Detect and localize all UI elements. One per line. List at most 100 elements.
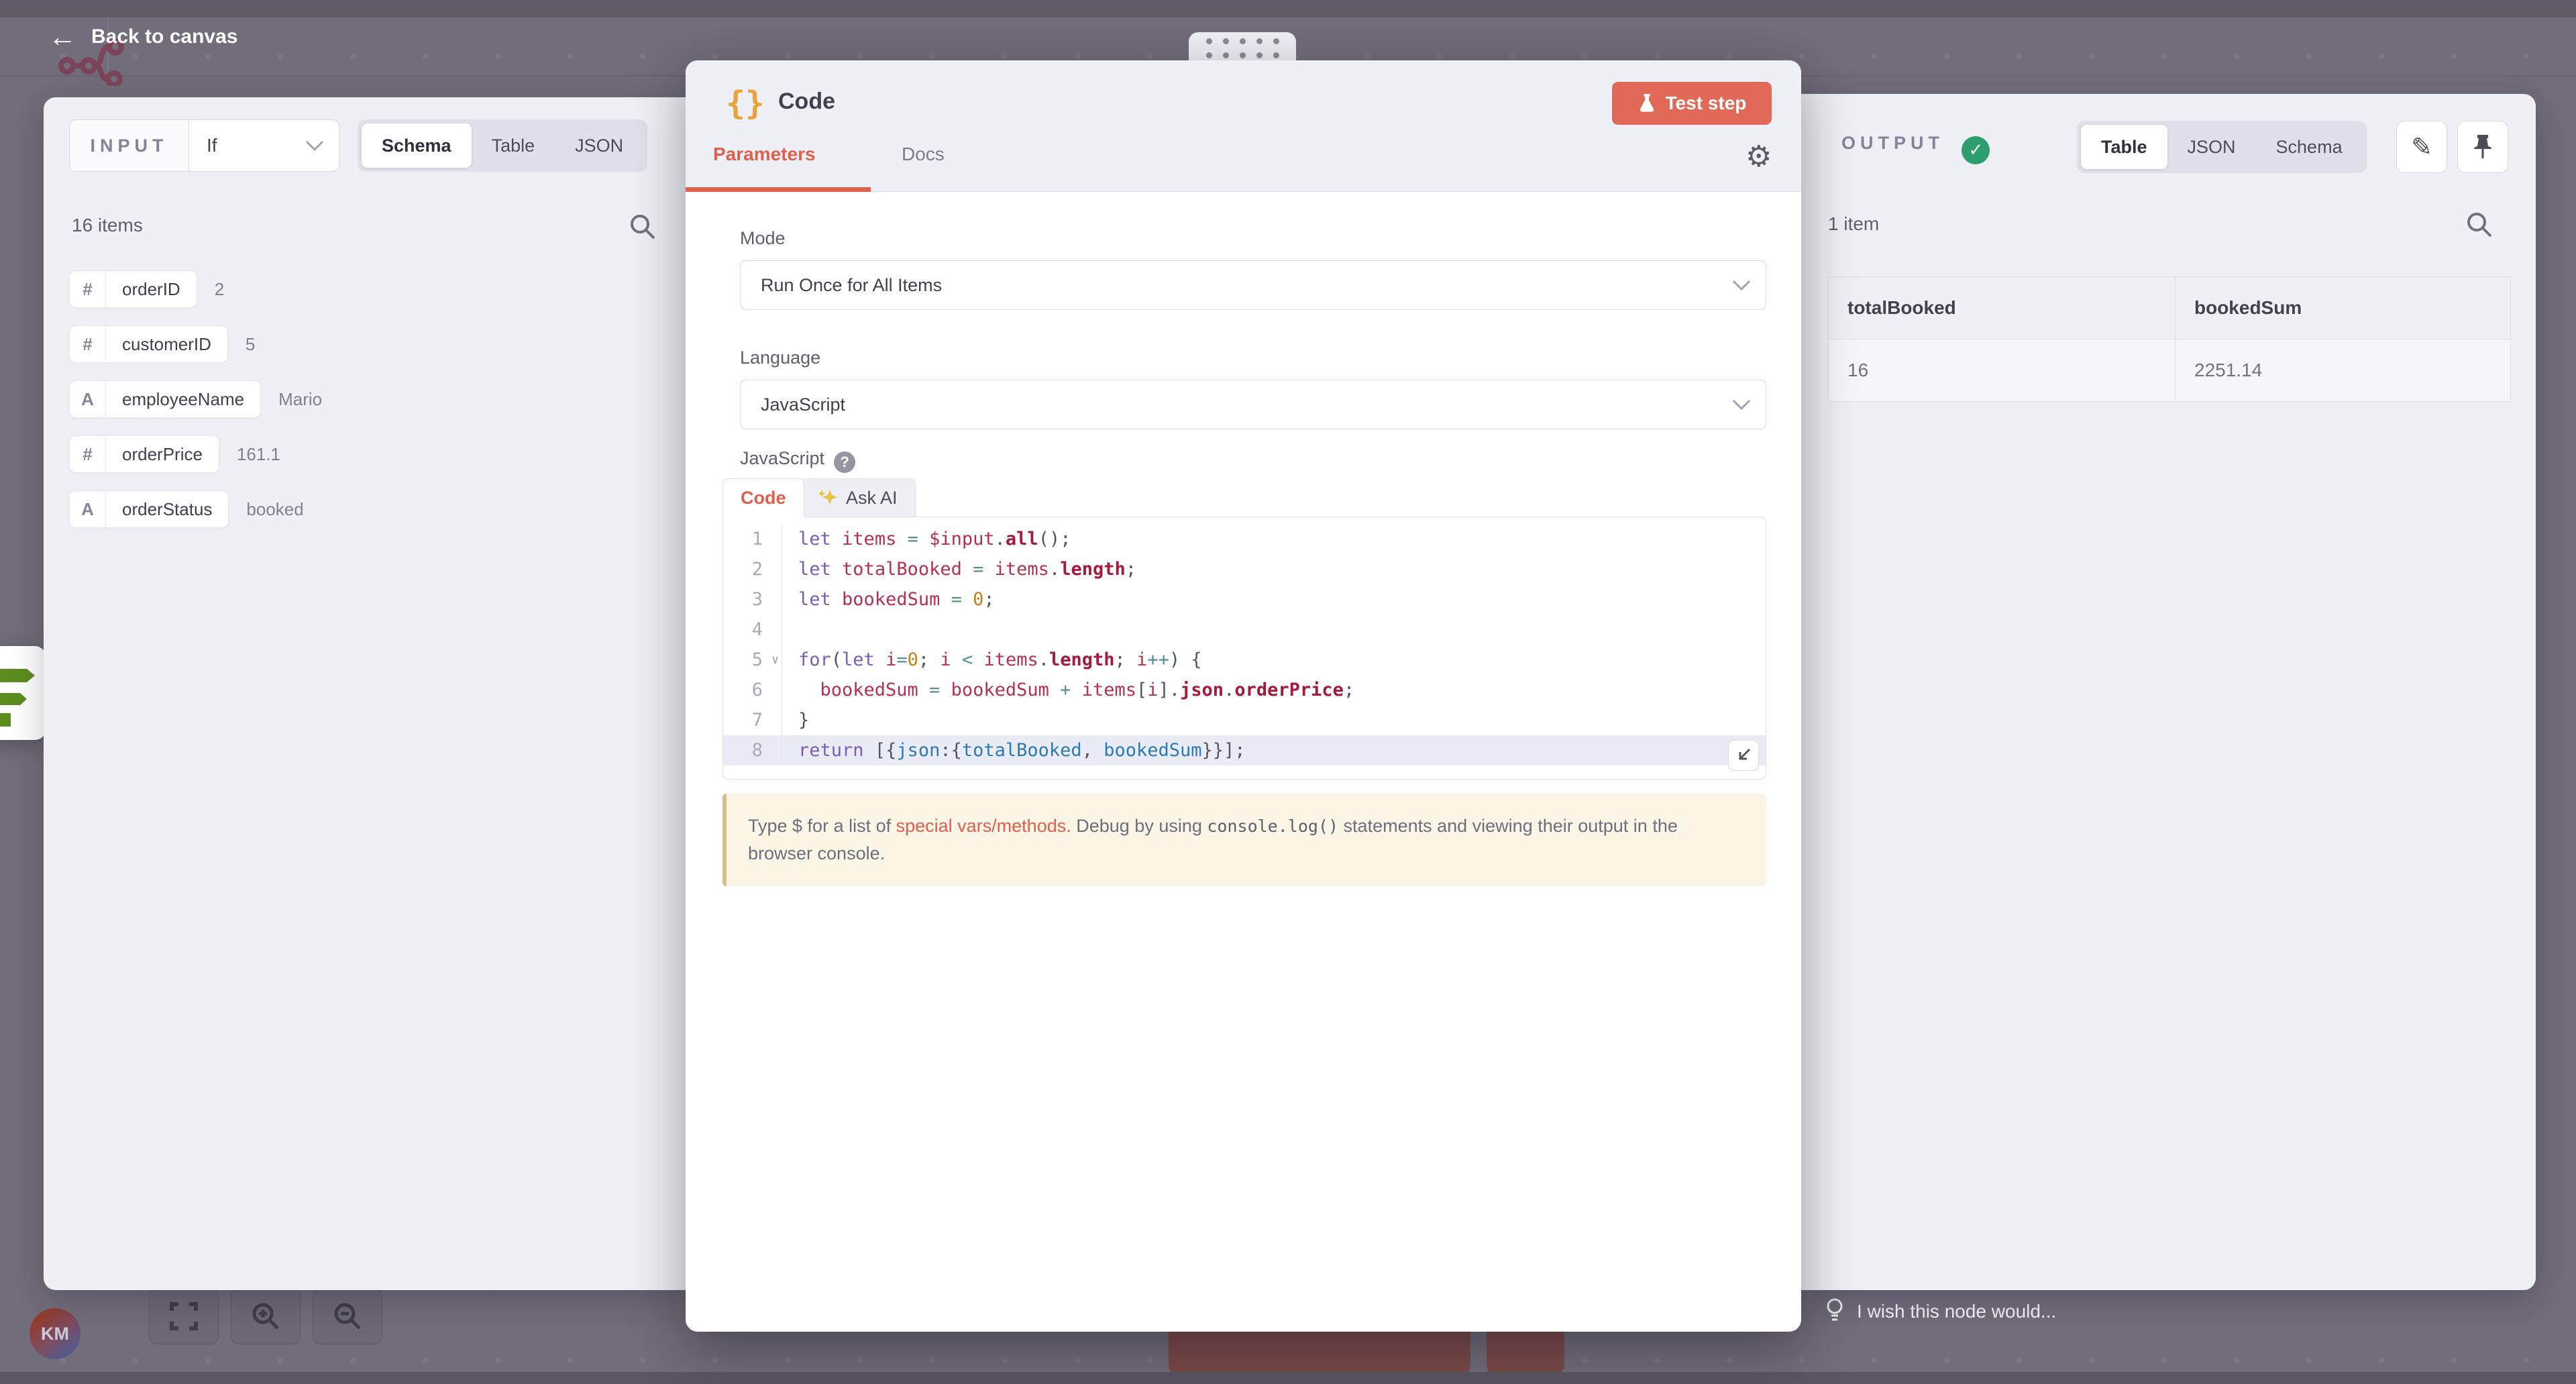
output-table-header-row: totalBookedbookedSum — [1829, 277, 2510, 339]
help-icon[interactable]: ? — [834, 451, 855, 473]
code-text: let items = $input.all(); — [782, 524, 1071, 554]
hint-text: Debug by using — [1071, 816, 1208, 836]
pin-data-button[interactable] — [2457, 121, 2508, 173]
editor-tab-ask-ai[interactable]: Ask AI — [800, 478, 916, 517]
fold-chevron-icon[interactable]: ∨ — [771, 645, 779, 675]
input-node-stub[interactable] — [0, 646, 46, 740]
code-line[interactable]: 6 bookedSum = bookedSum + items[i].json.… — [723, 675, 1766, 705]
input-items-count: 16 items — [72, 215, 143, 236]
schema-field-pill[interactable]: AorderStatus — [69, 490, 229, 528]
schema-field-row: #orderPrice 161.1 — [69, 435, 322, 473]
input-tab-json[interactable]: JSON — [555, 123, 643, 168]
back-to-canvas-button[interactable]: ← Back to canvas — [48, 23, 237, 51]
special-vars-link[interactable]: special vars/methods. — [896, 816, 1071, 836]
output-items-count: 1 item — [1828, 213, 1879, 235]
output-search-button[interactable] — [2465, 211, 2493, 242]
field-type-icon: A — [70, 491, 106, 527]
test-step-button[interactable]: Test step — [1612, 82, 1772, 125]
node-feedback-label: I wish this node would... — [1857, 1301, 2056, 1322]
code-editor[interactable]: 1let items = $input.all();2let totalBook… — [722, 517, 1766, 780]
active-tab-underline — [686, 187, 871, 192]
output-cell: 16 — [1829, 339, 2176, 401]
modal-drag-handle[interactable] — [1189, 32, 1296, 64]
schema-field-row: AemployeeNameMario — [69, 380, 322, 418]
schema-field-row: AorderStatus booked — [69, 490, 322, 528]
output-panel-header: OUTPUT ✓ — [1841, 133, 1990, 164]
field-name: customerID — [106, 326, 227, 362]
search-icon — [2465, 211, 2493, 239]
input-tab-table[interactable]: Table — [472, 123, 555, 168]
schema-field-pill[interactable]: #customerID — [69, 325, 228, 363]
output-column-header: bookedSum — [2176, 277, 2510, 339]
code-text: bookedSum = bookedSum + items[i].json.or… — [782, 675, 1354, 705]
edit-output-button[interactable]: ✎ — [2396, 121, 2447, 173]
line-number: 4 — [723, 615, 782, 645]
zoom-in-button[interactable] — [231, 1288, 301, 1344]
hint-text: Type $ for a list of — [748, 816, 896, 836]
field-type-icon: # — [70, 436, 106, 472]
output-table-row: 162251.14 — [1829, 339, 2510, 401]
output-tab-json[interactable]: JSON — [2167, 125, 2256, 169]
mode-select[interactable]: Run Once for All Items — [740, 260, 1766, 310]
input-panel: INPUT If Schema Table JSON 16 items #ord… — [44, 97, 686, 1290]
output-panel-label: OUTPUT — [1841, 133, 1944, 153]
schema-field-pill[interactable]: #orderPrice — [69, 435, 219, 473]
expand-icon — [1735, 747, 1752, 764]
inline-code: console.log() — [1207, 816, 1338, 836]
code-line[interactable]: 7} — [723, 705, 1766, 735]
pin-icon — [2471, 134, 2494, 160]
tab-docs[interactable]: Docs — [902, 144, 945, 165]
editor-hint: Type $ for a list of special vars/method… — [722, 794, 1766, 886]
language-select[interactable]: JavaScript — [740, 380, 1766, 429]
drag-dots-icon — [1206, 38, 1279, 44]
line-number: 3 — [723, 584, 782, 615]
schema-field-pill[interactable]: AemployeeName — [69, 380, 261, 418]
code-text: for(let i=0; i < items.length; i++) { — [782, 645, 1202, 675]
sparkle-icon — [818, 488, 838, 509]
if-node-icon — [0, 658, 42, 728]
input-node-select[interactable]: If — [189, 120, 339, 171]
input-search-button[interactable] — [629, 213, 657, 244]
gear-icon[interactable]: ⚙ — [1746, 140, 1772, 174]
back-to-canvas-label: Back to canvas — [91, 25, 237, 48]
field-name: orderPrice — [106, 436, 219, 472]
code-text — [782, 615, 798, 645]
tab-parameters[interactable]: Parameters — [713, 144, 816, 165]
output-cell: 2251.14 — [2176, 339, 2510, 401]
search-icon — [629, 213, 657, 241]
success-check-icon: ✓ — [1962, 136, 1990, 164]
editor-tab-code[interactable]: Code — [722, 478, 804, 517]
zoom-out-button[interactable] — [313, 1288, 382, 1344]
line-number: 5∨ — [723, 645, 782, 675]
code-line[interactable]: 5∨for(let i=0; i < items.length; i++) { — [723, 645, 1766, 675]
expand-editor-button[interactable] — [1728, 740, 1759, 771]
zoom-to-fit-button[interactable] — [149, 1288, 219, 1344]
node-settings-modal: {} Code Test step Parameters Docs ⚙ Mode… — [686, 60, 1801, 1332]
field-value: booked — [246, 499, 303, 520]
code-line[interactable]: 8return [{json:{totalBooked, bookedSum}}… — [723, 735, 1766, 765]
input-tab-schema[interactable]: Schema — [362, 123, 472, 168]
field-type-icon: # — [70, 271, 106, 307]
output-tab-table[interactable]: Table — [2081, 125, 2167, 169]
code-line[interactable]: 3let bookedSum = 0; — [723, 584, 1766, 615]
canvas-bottom-strip — [0, 1372, 2576, 1384]
line-number: 1 — [723, 524, 782, 554]
schema-field-row: #customerID5 — [69, 325, 322, 363]
code-line[interactable]: 1let items = $input.all(); — [723, 524, 1766, 554]
code-line[interactable]: 2let totalBooked = items.length; — [723, 554, 1766, 584]
field-value: 2 — [215, 279, 224, 300]
field-value: 161.1 — [237, 444, 280, 465]
chevron-down-icon — [1732, 280, 1751, 290]
avatar[interactable]: KM — [30, 1308, 80, 1359]
output-view-tabs: Table JSON Schema — [2077, 121, 2367, 173]
input-view-tabs: Schema Table JSON — [358, 119, 647, 172]
output-column-header: totalBooked — [1829, 277, 2176, 339]
schema-field-pill[interactable]: #orderID — [69, 270, 197, 308]
mode-label: Mode — [740, 228, 786, 249]
input-node-selector[interactable]: INPUT If — [69, 119, 339, 172]
output-tab-schema[interactable]: Schema — [2256, 125, 2363, 169]
code-line[interactable]: 4 — [723, 615, 1766, 645]
node-feedback-link[interactable]: I wish this node would... — [1825, 1297, 2056, 1326]
output-panel: OUTPUT ✓ Table JSON Schema ✎ 1 item tota… — [1801, 94, 2536, 1290]
code-text: } — [782, 705, 809, 735]
